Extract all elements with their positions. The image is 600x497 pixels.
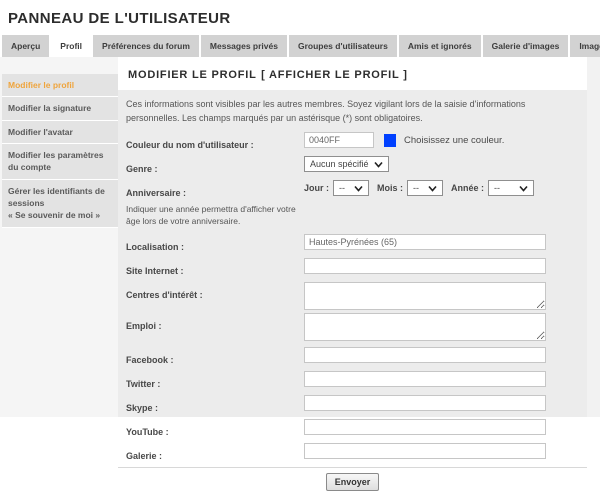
genre-label: Genre :	[126, 164, 158, 174]
sidebar-menu: Modifier le profil Modifier la signature…	[2, 74, 118, 228]
main-panel: MODIFIER LE PROFIL [ AFFICHER LE PROFIL …	[118, 57, 587, 417]
interests-textarea[interactable]	[304, 282, 546, 310]
view-profile-link[interactable]: [ AFFICHER LE PROFIL ]	[261, 69, 408, 81]
facebook-input[interactable]	[304, 347, 546, 363]
genre-select-value: Aucun spécifié	[310, 159, 369, 169]
website-input[interactable]	[304, 258, 546, 274]
job-label: Emploi :	[126, 321, 162, 331]
sidebar-item-identifiants-sessions[interactable]: Gérer les identifiants de sessions « Se …	[2, 180, 118, 228]
content-area: Modifier le profil Modifier la signature…	[0, 57, 600, 417]
birthday-year-value: --	[494, 183, 500, 193]
sidebar-item-parametres-compte[interactable]: Modifier les paramètres du compte	[2, 144, 118, 180]
row-facebook: Facebook :	[126, 347, 577, 368]
sidebar-item-label-line2: « Se souvenir de moi »	[8, 210, 100, 220]
tab-preferences-forum[interactable]: Préférences du forum	[93, 35, 199, 57]
row-youtube: YouTube :	[126, 419, 577, 440]
intro-text: Ces informations sont visibles par les a…	[126, 98, 577, 125]
row-twitter: Twitter :	[126, 371, 577, 392]
username-color-input[interactable]	[304, 132, 374, 148]
birthday-year-select[interactable]: --	[488, 180, 534, 196]
birthday-note: Indiquer une année permettra d'afficher …	[126, 203, 304, 228]
submit-button[interactable]: Envoyer	[326, 473, 380, 491]
gallery-label: Galerie :	[126, 451, 162, 461]
chevron-down-icon	[374, 161, 383, 168]
twitter-label: Twitter :	[126, 379, 160, 389]
birthday-day-select[interactable]: --	[333, 180, 369, 196]
youtube-input[interactable]	[304, 419, 546, 435]
tab-profil[interactable]: Profil	[51, 35, 91, 57]
tab-bar: Aperçu Profil Préférences du forum Messa…	[2, 35, 600, 57]
localisation-label: Localisation :	[126, 242, 184, 252]
section-title: MODIFIER LE PROFIL	[128, 69, 257, 81]
color-swatch[interactable]	[384, 134, 396, 147]
gallery-input[interactable]	[304, 443, 546, 459]
row-genre: Genre : Aucun spécifié	[126, 156, 577, 177]
page-title: PANNEAU DE L'UTILISATEUR	[8, 10, 600, 27]
chevron-down-icon	[519, 185, 528, 192]
birthday-day-value: --	[339, 183, 345, 193]
localisation-input[interactable]	[304, 234, 546, 250]
website-label: Site Internet :	[126, 266, 184, 276]
skype-label: Skype :	[126, 403, 158, 413]
sidebar-item-modifier-profil[interactable]: Modifier le profil	[2, 74, 118, 97]
birthday-month-select[interactable]: --	[407, 180, 443, 196]
row-username-color: Couleur du nom d'utilisateur : Choisisse…	[126, 132, 577, 153]
tab-apercu[interactable]: Aperçu	[2, 35, 49, 57]
birthday-month-label: Mois :	[377, 183, 403, 193]
tab-groupes-utilisateurs[interactable]: Groupes d'utilisateurs	[289, 35, 397, 57]
username-color-label: Couleur du nom d'utilisateur :	[126, 140, 254, 150]
row-job: Emploi :	[126, 313, 577, 341]
row-localisation: Localisation :	[126, 234, 577, 255]
job-textarea[interactable]	[304, 313, 546, 341]
birthday-year-label: Année :	[451, 183, 484, 193]
row-birthday: Anniversaire : Indiquer une année permet…	[126, 180, 577, 228]
sidebar: Modifier le profil Modifier la signature…	[0, 57, 118, 417]
row-skype: Skype :	[126, 395, 577, 416]
tab-messages-prives[interactable]: Messages privés	[201, 35, 287, 57]
row-gallery: Galerie :	[126, 443, 577, 464]
row-website: Site Internet :	[126, 258, 577, 279]
tab-amis-ignores[interactable]: Amis et ignorés	[399, 35, 481, 57]
genre-select[interactable]: Aucun spécifié	[304, 156, 389, 172]
tab-images-envoyees[interactable]: Images envoyées	[570, 35, 600, 57]
skype-input[interactable]	[304, 395, 546, 411]
row-interests: Centres d'intérêt :	[126, 282, 577, 310]
panel-footer: Envoyer	[118, 467, 587, 497]
tab-galerie-images[interactable]: Galerie d'images	[483, 35, 569, 57]
youtube-label: YouTube :	[126, 427, 169, 437]
interests-label: Centres d'intérêt :	[126, 290, 203, 300]
twitter-input[interactable]	[304, 371, 546, 387]
panel-header: MODIFIER LE PROFIL [ AFFICHER LE PROFIL …	[118, 57, 587, 90]
sidebar-item-modifier-avatar[interactable]: Modifier l'avatar	[2, 121, 118, 144]
color-help-text: Choisissez une couleur.	[404, 135, 504, 146]
sidebar-item-label-line1: Gérer les identifiants de sessions	[8, 186, 105, 208]
birthday-label: Anniversaire :	[126, 188, 186, 198]
sidebar-item-modifier-signature[interactable]: Modifier la signature	[2, 97, 118, 120]
facebook-label: Facebook :	[126, 355, 174, 365]
birthday-month-value: --	[413, 183, 419, 193]
panel-body: Ces informations sont visibles par les a…	[118, 90, 587, 467]
birthday-day-label: Jour :	[304, 183, 329, 193]
chevron-down-icon	[354, 185, 363, 192]
chevron-down-icon	[428, 185, 437, 192]
